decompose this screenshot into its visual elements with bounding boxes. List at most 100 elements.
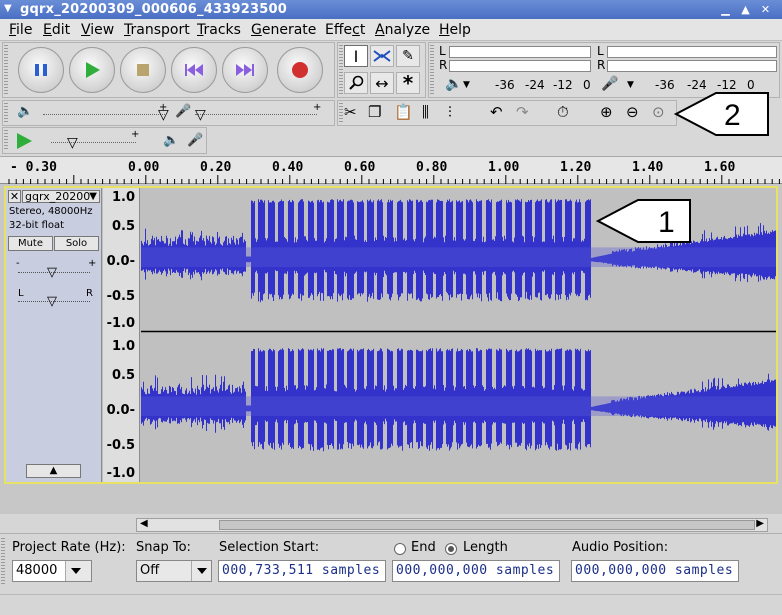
ruler-label: 1.40	[632, 160, 664, 175]
play-at-speed-button[interactable]	[15, 132, 33, 154]
menu-generate[interactable]: Generate	[251, 22, 316, 38]
output-volume-thumb[interactable]: ▽	[158, 107, 169, 123]
project-rate-dropdown-icon[interactable]	[65, 561, 91, 581]
play-button[interactable]	[69, 47, 115, 93]
close-track-button[interactable]: ✕	[8, 190, 21, 203]
copy-icon[interactable]: ❐	[368, 103, 381, 121]
slider-plus-label: +	[313, 102, 322, 113]
callout-number-2: 2	[724, 99, 741, 132]
solo-button[interactable]: Solo	[54, 236, 99, 251]
zoom-in-icon[interactable]: ⊕	[600, 103, 613, 121]
timeline-ruler[interactable]: - 0.30 0.00 0.20 0.40 0.60 0.80 1.00 1.2…	[0, 156, 782, 184]
track-name-button[interactable]: gqrx_20200 ▼	[22, 190, 100, 203]
collapse-track-button[interactable]: ▲	[26, 464, 81, 478]
record-meter-dropdown-icon[interactable]: ▼	[627, 80, 634, 90]
end-radio[interactable]	[394, 543, 406, 555]
menu-analyze[interactable]: Analyze	[375, 22, 430, 38]
play-meter-left-bar	[607, 46, 777, 58]
pause-button[interactable]	[18, 47, 64, 93]
skip-to-end-button[interactable]	[222, 47, 268, 93]
microphone-icon[interactable]: 🎤	[601, 76, 618, 92]
menu-transport[interactable]: Transport	[124, 22, 190, 38]
record-button[interactable]	[277, 47, 323, 93]
slider-plus-label: +	[131, 129, 140, 140]
toolbar-grip[interactable]	[339, 103, 343, 123]
cut-icon[interactable]: ✂	[344, 103, 357, 121]
multi-tool-button[interactable]: *	[396, 71, 420, 95]
project-rate-value: 48000	[16, 563, 58, 578]
pan-slider-thumb[interactable]: ▽	[47, 294, 57, 309]
trim-icon[interactable]: ⫼	[422, 103, 429, 121]
play-meter-left-label: L	[597, 44, 604, 58]
paste-icon[interactable]: 📋	[394, 103, 413, 121]
input-volume-thumb[interactable]: ▽	[195, 107, 206, 123]
tools-toolbar: I ✎ ↔ *	[337, 42, 426, 98]
length-field[interactable]: 000,000,000 samples	[392, 560, 560, 582]
track-control-panel: ✕ gqrx_20200 ▼ Stereo, 48000Hz 32-bit fl…	[6, 188, 102, 482]
play-speed-thumb[interactable]: ▽	[67, 135, 78, 151]
project-rate-label: Project Rate (Hz):	[12, 540, 126, 555]
skip-to-start-button[interactable]	[171, 47, 217, 93]
time-shift-tool-button[interactable]: ↔	[370, 72, 394, 94]
toolbar-grip[interactable]	[4, 103, 8, 123]
waveform-rms-band	[141, 396, 776, 416]
menu-help[interactable]: Help	[439, 22, 471, 38]
vscale-label: 0.5	[111, 368, 135, 383]
speaker-icon[interactable]: 🔈	[445, 76, 462, 92]
zoom-out-icon[interactable]: ⊖	[626, 103, 639, 121]
meter-scale-label: -24	[687, 78, 707, 92]
snap-to-dropdown-icon[interactable]	[191, 561, 211, 581]
sync-lock-icon[interactable]: ⏱	[557, 103, 569, 121]
menu-tracks[interactable]: Tracks	[197, 22, 241, 38]
vscale-label: 0.0-	[106, 254, 135, 269]
ruler-label: 1.60	[704, 160, 736, 175]
minimize-icon[interactable]: ▁	[718, 2, 733, 17]
scroll-left-arrow-icon[interactable]: ◀	[140, 518, 148, 529]
gain-minus-label: -	[16, 258, 20, 269]
play-meter-dropdown-icon[interactable]: ▼	[463, 80, 470, 90]
toolbar-grip[interactable]	[1, 538, 5, 585]
mute-button[interactable]: Mute	[8, 236, 53, 251]
stop-button[interactable]	[120, 47, 166, 93]
maximize-icon[interactable]: ▲	[738, 2, 753, 17]
meter-scale-label: 0	[583, 78, 591, 92]
output-volume-slider[interactable]	[43, 114, 165, 115]
scrollbar-thumb[interactable]	[219, 520, 755, 530]
menu-effect[interactable]: Effect	[325, 22, 365, 38]
play-speed-slider[interactable]	[51, 142, 136, 143]
callout-arrow-2: 2	[674, 92, 769, 136]
silence-icon[interactable]: ⫶	[448, 103, 452, 121]
ruler-label: 0.40	[272, 160, 304, 175]
selection-start-field[interactable]: 000,733,511 samples	[218, 560, 386, 582]
input-volume-slider[interactable]	[195, 114, 317, 115]
menu-file[interactable]: File	[9, 22, 32, 38]
transport-toolbar	[2, 42, 335, 98]
toolbar-grip[interactable]	[4, 45, 8, 95]
fit-selection-icon[interactable]: ⊙	[652, 103, 665, 121]
envelope-tool-button[interactable]	[370, 45, 394, 67]
toolbar-grip[interactable]	[4, 130, 8, 151]
vscale-label: 1.0	[111, 190, 135, 205]
audio-position-field[interactable]: 000,000,000 samples	[571, 560, 739, 582]
vscale-label: 0.0-	[106, 403, 135, 418]
stop-icon	[137, 64, 149, 76]
close-window-icon[interactable]: ✕	[758, 2, 773, 17]
undo-icon[interactable]: ↶	[490, 103, 503, 121]
meter-scale-label: -36	[655, 78, 675, 92]
snap-to-select[interactable]: Off	[136, 560, 212, 582]
toolbar-grip[interactable]	[430, 45, 434, 95]
gain-slider-thumb[interactable]: ▽	[47, 265, 57, 280]
menu-view[interactable]: View	[81, 22, 114, 38]
callout-arrow-1: 1	[596, 199, 691, 243]
scroll-right-arrow-icon[interactable]: ▶	[756, 518, 764, 529]
horizontal-scrollbar[interactable]: ◀ ▶	[136, 518, 768, 532]
selection-tool-button[interactable]: I	[344, 45, 368, 67]
window-menu-icon[interactable]: ▼	[4, 3, 12, 14]
menu-edit[interactable]: Edit	[43, 22, 70, 38]
project-rate-combo[interactable]: 48000	[12, 560, 92, 582]
zoom-tool-button[interactable]	[344, 72, 368, 94]
redo-icon[interactable]: ↷	[516, 103, 529, 121]
length-radio[interactable]	[445, 543, 457, 555]
toolbar-grip[interactable]	[339, 45, 343, 95]
draw-tool-button[interactable]: ✎	[396, 45, 420, 67]
